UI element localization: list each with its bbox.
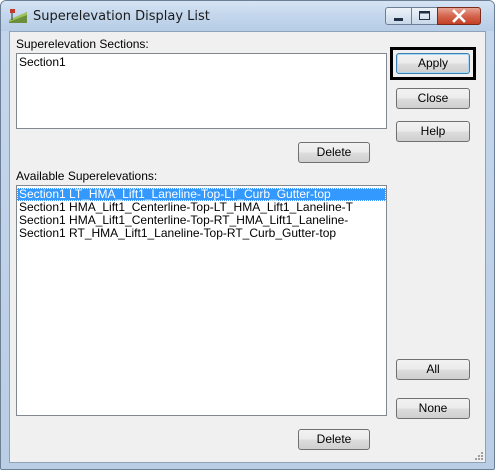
maximize-icon bbox=[419, 11, 430, 20]
sections-listbox[interactable]: Section1 bbox=[16, 53, 387, 129]
close-button[interactable]: Close bbox=[396, 88, 470, 109]
apply-highlight-box bbox=[390, 47, 476, 80]
select-none-button[interactable]: None bbox=[396, 398, 470, 419]
select-all-button[interactable]: All bbox=[396, 359, 470, 380]
close-icon bbox=[452, 9, 466, 23]
sections-label: Superelevation Sections: bbox=[16, 37, 149, 51]
superelevation-display-list-window: Superelevation Display List Superelevati… bbox=[0, 0, 495, 470]
help-button[interactable]: Help bbox=[396, 121, 470, 142]
window-title: Superelevation Display List bbox=[33, 9, 210, 24]
close-window-button[interactable] bbox=[437, 7, 481, 25]
minimize-icon bbox=[394, 18, 403, 21]
resize-grip-icon[interactable] bbox=[473, 450, 483, 460]
available-list-item[interactable]: Section1 RT_HMA_Lift1_Laneline-Top-RT_Cu… bbox=[17, 227, 386, 240]
available-superelevations-label: Available Superelevations: bbox=[16, 169, 158, 183]
dialog-body: Superelevation Sections: Section1 Delete… bbox=[9, 31, 486, 463]
sections-delete-button[interactable]: Delete bbox=[298, 142, 370, 163]
title-bar[interactable]: Superelevation Display List bbox=[1, 1, 494, 31]
minimize-button[interactable] bbox=[385, 7, 412, 25]
available-superelevations-listbox[interactable]: Section1 LT_HMA_Lift1_Laneline-Top-LT_Cu… bbox=[16, 185, 387, 416]
maximize-button[interactable] bbox=[411, 7, 438, 25]
superelevation-app-icon bbox=[9, 9, 27, 23]
sections-list-item[interactable]: Section1 bbox=[17, 56, 386, 69]
available-delete-button[interactable]: Delete bbox=[298, 429, 370, 450]
